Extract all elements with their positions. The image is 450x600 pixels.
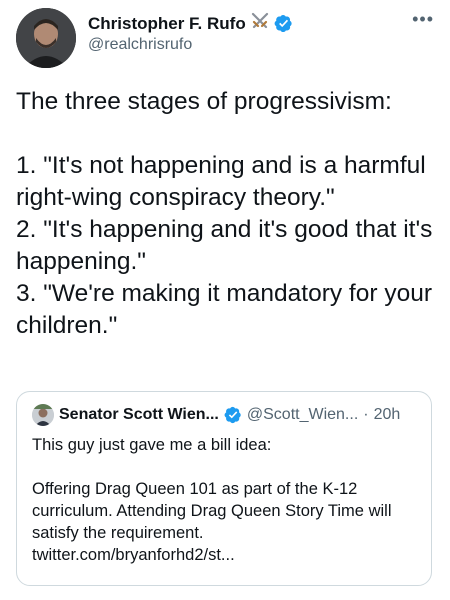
author-avatar[interactable]: [16, 8, 76, 68]
verified-badge-icon: [224, 406, 242, 424]
more-options-icon[interactable]: •••: [412, 10, 434, 28]
quoted-tweet[interactable]: Senator Scott Wien... @Scott_Wien... · 2…: [16, 391, 432, 586]
author-name-row: Christopher F. Rufo: [88, 11, 293, 36]
author-display-name[interactable]: Christopher F. Rufo: [88, 14, 246, 34]
quoted-tweet-timestamp[interactable]: 20h: [374, 406, 401, 424]
quoted-author-avatar[interactable]: [32, 404, 54, 426]
crossed-swords-icon: [250, 11, 270, 36]
tweet-text: The three stages of progressivism: 1. "I…: [16, 88, 433, 339]
author-handle[interactable]: @realchrisrufo: [88, 36, 192, 54]
separator-dot: ·: [363, 406, 369, 423]
quoted-author-handle[interactable]: @Scott_Wien...: [247, 406, 358, 424]
avatar-photo: [16, 8, 76, 68]
tweet-card: Christopher F. Rufo @realchrisrufo ••• T…: [0, 0, 450, 600]
verified-badge-icon: [274, 14, 293, 33]
quoted-tweet-text: This guy just gave me a bill idea: Offer…: [32, 436, 392, 564]
quoted-author-name[interactable]: Senator Scott Wien...: [59, 406, 219, 424]
quoted-tweet-header: Senator Scott Wien... @Scott_Wien... · 2…: [32, 404, 400, 426]
